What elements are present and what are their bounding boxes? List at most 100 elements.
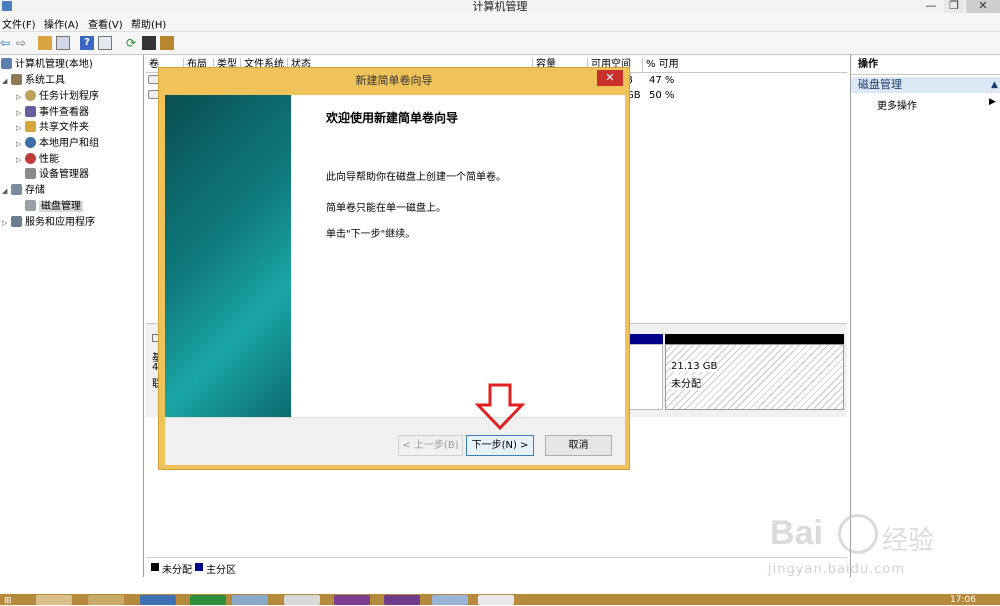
- unallocated-size: 21.13 GB: [671, 361, 718, 372]
- watermark-url: jingyan.baidu.com: [768, 562, 905, 577]
- disk-icon[interactable]: [160, 36, 174, 50]
- computer-icon: [1, 58, 12, 69]
- export-list-icon[interactable]: [142, 36, 156, 50]
- wizard-heading: 欢迎使用新建简单卷向导: [326, 111, 459, 125]
- wizard-paragraph-2: 简单卷只能在单一磁盘上。: [326, 203, 446, 214]
- expand-arrow-icon[interactable]: ▷: [16, 153, 25, 168]
- taskbar-app-icon[interactable]: [232, 595, 268, 605]
- expand-arrow-icon[interactable]: ▷: [16, 90, 25, 105]
- expand-arrow-icon[interactable]: ▷: [2, 216, 11, 231]
- up-folder-icon[interactable]: [38, 36, 52, 50]
- menu-view[interactable]: 查看(V): [88, 16, 123, 31]
- help-icon[interactable]: ?: [80, 36, 94, 50]
- back-arrow-icon[interactable]: ⇦: [0, 36, 14, 50]
- dialog-title: 新建简单卷向导: [355, 74, 433, 87]
- wizard-banner-image: [165, 95, 291, 417]
- primary-partition-block[interactable]: [626, 344, 663, 410]
- collapse-arrow-icon[interactable]: ◢: [2, 184, 11, 199]
- services-icon: [11, 216, 22, 227]
- actions-header: 操作: [851, 55, 1000, 75]
- legend-primary: 主分区: [206, 565, 236, 576]
- show-hide-tree-icon[interactable]: [56, 36, 70, 50]
- wizard-paragraph-1: 此向导帮助你在磁盘上创建一个简单卷。: [326, 172, 506, 183]
- users-icon: [25, 137, 36, 148]
- tree-storage[interactable]: ◢ 存储: [2, 183, 45, 198]
- watermark-cn: 经验: [882, 526, 935, 556]
- clock: 17:06: [950, 595, 976, 605]
- new-simple-volume-wizard: 新建简单卷向导 ✕ 欢迎使用新建简单卷向导 此向导帮助你在磁盘上创建一个简单卷。…: [158, 67, 630, 470]
- volume-row-pct: 50 %: [649, 90, 675, 101]
- tree-item-shared-folders[interactable]: ▷ 共享文件夹: [16, 120, 89, 135]
- legend-bar: 未分配 主分区: [146, 557, 847, 578]
- expand-arrow-icon[interactable]: ▷: [16, 121, 25, 136]
- event-viewer-icon: [25, 106, 36, 117]
- actions-disk-management[interactable]: 磁盘管理: [851, 77, 1000, 93]
- submenu-arrow-icon[interactable]: ▶: [989, 97, 996, 107]
- taskbar-computer-management-icon[interactable]: [478, 595, 514, 605]
- wizard-content: 欢迎使用新建简单卷向导 此向导帮助你在磁盘上创建一个简单卷。 简单卷只能在单一磁…: [291, 95, 625, 417]
- taskbar-ie-icon[interactable]: [36, 595, 72, 605]
- collapse-arrow-icon[interactable]: ◢: [2, 74, 11, 89]
- menu-action[interactable]: 操作(A): [44, 16, 79, 31]
- performance-icon: [25, 153, 36, 164]
- baidu-paw-icon: [838, 514, 878, 554]
- tree-system-tools[interactable]: ◢ 系统工具: [2, 73, 65, 88]
- clock-icon: [25, 90, 36, 101]
- navigation-tree: 计算机管理(本地) ◢ 系统工具 ▷ 任务计划程序 ▷ 事件查看器 ▷ 共享文件夹 ▷ 本…: [0, 55, 144, 577]
- taskbar-explorer-icon[interactable]: [88, 595, 124, 605]
- taskbar-app-icon[interactable]: [190, 595, 226, 605]
- device-manager-icon: [25, 168, 36, 179]
- tree-item-device-manager[interactable]: 设备管理器: [25, 167, 89, 182]
- taskbar-app-icon[interactable]: [284, 595, 320, 605]
- unallocated-swatch: [151, 563, 159, 571]
- tree-item-local-users[interactable]: ▷ 本地用户和组: [16, 136, 99, 151]
- legend-unallocated: 未分配: [162, 565, 192, 576]
- forward-arrow-icon[interactable]: ⇨: [16, 36, 30, 50]
- minimize-button[interactable]: —: [922, 0, 940, 13]
- refresh-icon[interactable]: ⟳: [124, 36, 138, 50]
- tree-item-performance[interactable]: ▷ 性能: [16, 152, 59, 167]
- back-button[interactable]: < 上一步(B): [398, 435, 463, 456]
- taskbar-app-icon[interactable]: [140, 595, 176, 605]
- next-button[interactable]: 下一步(N) >: [466, 435, 534, 456]
- expand-arrow-icon[interactable]: ▷: [16, 106, 25, 121]
- window-title: 计算机管理: [472, 0, 528, 13]
- taskbar-app-icon[interactable]: [334, 595, 370, 605]
- unallocated-bar[interactable]: [665, 334, 844, 344]
- more-actions[interactable]: 更多操作: [877, 97, 917, 112]
- col-pct-free[interactable]: % 可用: [642, 58, 847, 72]
- menu-help[interactable]: 帮助(H): [131, 16, 166, 31]
- tree-root[interactable]: 计算机管理(本地): [1, 57, 93, 72]
- tree-item-disk-management[interactable]: 磁盘管理: [25, 199, 83, 214]
- menu-file[interactable]: 文件(F): [2, 16, 36, 31]
- tools-icon: [11, 74, 22, 85]
- menu-bar: 文件(F) 操作(A) 查看(V) 帮助(H): [0, 13, 1000, 32]
- maximize-button[interactable]: ❐: [944, 0, 964, 13]
- disk-management-icon: [25, 200, 36, 211]
- tree-item-task-scheduler[interactable]: ▷ 任务计划程序: [16, 89, 99, 104]
- expand-arrow-icon[interactable]: ▷: [16, 137, 25, 152]
- cancel-button[interactable]: 取消: [545, 435, 612, 456]
- collapse-up-icon[interactable]: ▲: [991, 80, 998, 90]
- actions-pane: 操作 磁盘管理 ▲ 更多操作 ▶: [850, 55, 1000, 577]
- primary-partition-bar[interactable]: [626, 334, 663, 344]
- toolbar: ⇦ ⇨ ? ⟳: [0, 32, 1000, 55]
- primary-swatch: [195, 563, 203, 571]
- taskbar-app-icon[interactable]: [432, 595, 468, 605]
- shared-folder-icon: [25, 121, 36, 132]
- window-titlebar: 计算机管理 — ❐ ✕: [0, 0, 1000, 13]
- dialog-client: 欢迎使用新建简单卷向导 此向导帮助你在磁盘上创建一个简单卷。 简单卷只能在单一磁…: [165, 95, 625, 465]
- wizard-paragraph-3: 单击"下一步"继续。: [326, 229, 416, 240]
- start-icon[interactable]: ⊞: [4, 596, 22, 606]
- down-arrow-annotation-icon: [475, 383, 525, 431]
- volume-row-pct: 47 %: [649, 75, 675, 86]
- tree-services-apps[interactable]: ▷ 服务和应用程序: [2, 215, 95, 230]
- storage-icon: [11, 184, 22, 195]
- dialog-close-button[interactable]: ✕: [597, 70, 623, 86]
- unallocated-block[interactable]: 21.13 GB 未分配: [665, 344, 844, 410]
- tree-item-event-viewer[interactable]: ▷ 事件查看器: [16, 105, 89, 120]
- taskbar-app-icon[interactable]: [384, 595, 420, 605]
- close-button[interactable]: ✕: [966, 0, 1000, 13]
- properties-icon[interactable]: [98, 36, 112, 50]
- watermark-brand: Bai: [770, 514, 823, 552]
